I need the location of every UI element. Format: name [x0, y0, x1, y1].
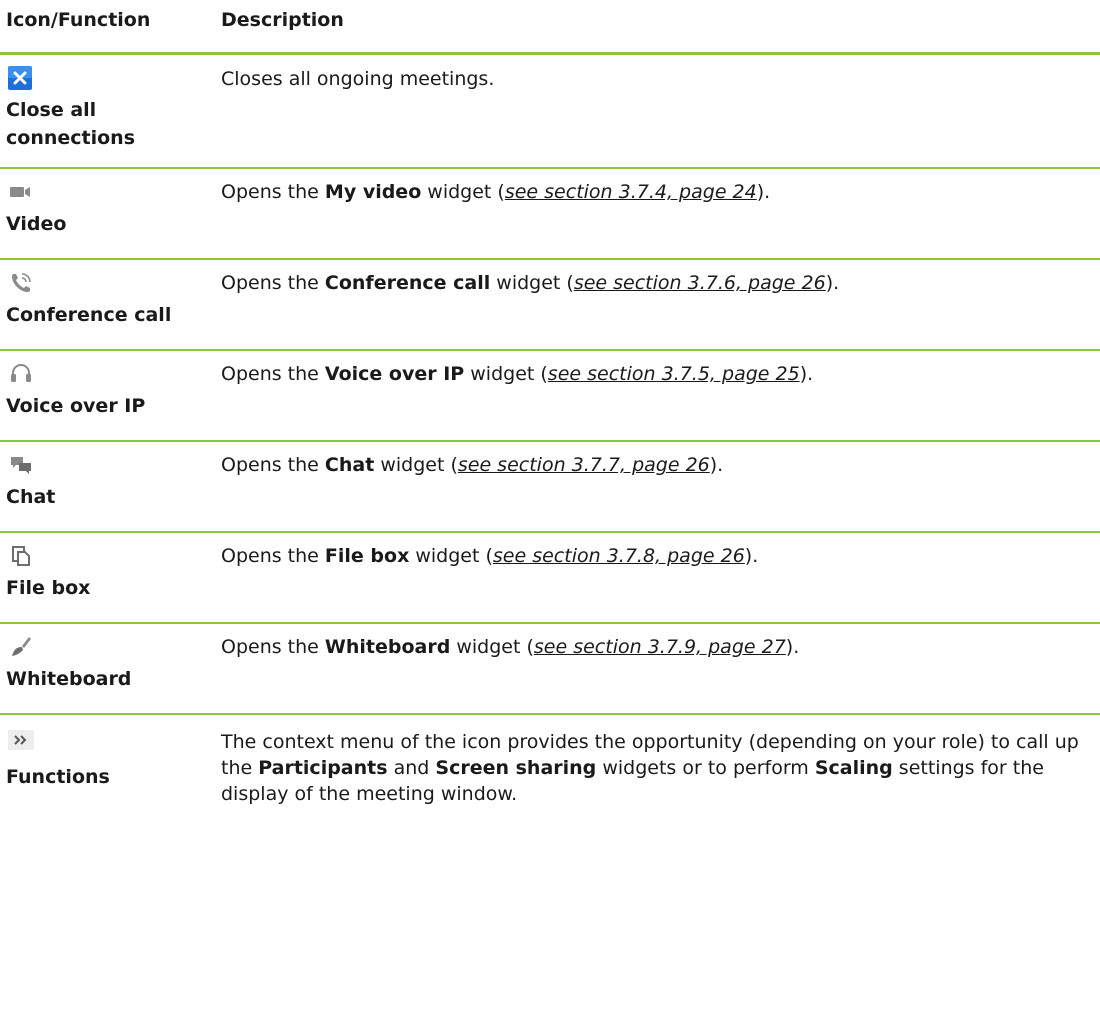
widget-name: Screen sharing [435, 757, 597, 779]
function-label: Voice over IP [6, 395, 146, 417]
row-description: Closes all ongoing meetings. [221, 68, 495, 90]
header-icon-function: Icon/Function [6, 9, 151, 31]
file-box-icon [8, 543, 38, 573]
widget-name: My video [324, 181, 422, 203]
table-row: Voice over IP Opens the Voice over IP wi… [0, 351, 1100, 442]
row-description: Opens the Voice over IP widget (see sect… [221, 363, 814, 385]
function-label: Functions [6, 766, 110, 788]
row-description: Opens the File box widget (see section 3… [221, 545, 759, 567]
row-description: The context menu of the icon provides th… [221, 731, 1079, 805]
table-row: Close all connections Closes all ongoing… [0, 55, 1100, 169]
widget-name: Chat [324, 454, 375, 476]
function-label: File box [6, 577, 91, 599]
video-camera-icon [8, 179, 38, 209]
setting-name: Scaling [814, 757, 893, 779]
section-link[interactable]: see section 3.7.9, page 27 [534, 636, 786, 658]
widget-name: Voice over IP [324, 363, 465, 385]
widget-name: Conference call [324, 272, 491, 294]
function-label: Video [6, 213, 67, 235]
table-row: Whiteboard Opens the Whiteboard widget (… [0, 624, 1100, 715]
row-description: Opens the Whiteboard widget (see section… [221, 636, 800, 658]
brush-icon [8, 634, 38, 664]
section-link[interactable]: see section 3.7.6, page 26 [574, 272, 826, 294]
table-row: Chat Opens the Chat widget (see section … [0, 442, 1100, 533]
widget-name: Participants [258, 757, 388, 779]
close-x-icon [8, 64, 38, 96]
table-row: Conference call Opens the Conference cal… [0, 260, 1100, 351]
icon-function-table: Icon/Function Description Close all conn… [0, 0, 1100, 855]
widget-name: File box [324, 545, 410, 567]
phone-icon [8, 270, 38, 300]
function-label: Chat [6, 486, 56, 508]
row-description: Opens the My video widget (see section 3… [221, 181, 771, 203]
row-description: Opens the Conference call widget (see se… [221, 272, 840, 294]
section-link[interactable]: see section 3.7.4, page 24 [505, 181, 757, 203]
table-row: Video Opens the My video widget (see sec… [0, 169, 1100, 260]
function-label: Whiteboard [6, 668, 132, 690]
section-link[interactable]: see section 3.7.5, page 25 [548, 363, 800, 385]
double-chevron-right-icon [8, 727, 38, 757]
table-row: File box Opens the File box widget (see … [0, 533, 1100, 624]
table-header: Icon/Function Description [0, 0, 1100, 55]
widget-name: Whiteboard [324, 636, 451, 658]
row-description: Opens the Chat widget (see section 3.7.7… [221, 454, 724, 476]
headset-icon [8, 361, 38, 391]
table-row: Functions The context menu of the icon p… [0, 715, 1100, 855]
section-link[interactable]: see section 3.7.7, page 26 [458, 454, 710, 476]
function-label: Conference call [6, 304, 172, 326]
function-label: Close all connections [6, 99, 136, 149]
header-description: Description [221, 9, 344, 31]
chat-bubbles-icon [8, 452, 38, 482]
section-link[interactable]: see section 3.7.8, page 26 [493, 545, 745, 567]
